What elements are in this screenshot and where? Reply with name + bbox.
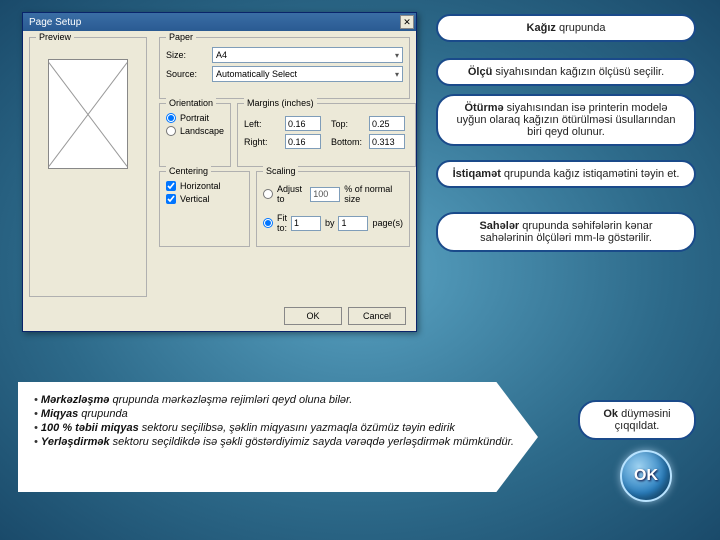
paper-group: Paper Size: A4 Source: Automatically Sel… xyxy=(159,37,410,99)
centering-label: Centering xyxy=(166,166,211,176)
note-scale: Miqyas qrupunda xyxy=(34,408,522,420)
scaling-label: Scaling xyxy=(263,166,299,176)
size-label: Size: xyxy=(166,50,206,60)
top-label: Top: xyxy=(331,119,363,129)
callout-ok: Ok düyməsini çıqqıldat. xyxy=(578,400,696,440)
portrait-radio[interactable]: Portrait xyxy=(166,113,224,123)
preview-group: Preview xyxy=(29,37,147,297)
titlebar[interactable]: Page Setup ✕ xyxy=(23,13,416,31)
fit-w-input[interactable] xyxy=(291,216,321,231)
callout-orientation: İstiqamət qrupunda kağız istiqamətini tə… xyxy=(436,160,696,188)
note-centering: Mərkəzləşmə qrupunda mərkəzləşmə rejimlə… xyxy=(34,394,522,406)
preview-image xyxy=(48,59,128,169)
callout-size: Ölçü siyahısından kağızın ölçüsü seçilir… xyxy=(436,58,696,86)
centering-group: Centering Horizontal Vertical xyxy=(159,171,250,247)
adjust-suffix: % of normal size xyxy=(344,184,403,204)
top-input[interactable] xyxy=(369,116,405,131)
size-select[interactable]: A4 xyxy=(212,47,403,63)
fit-by-label: by xyxy=(325,218,335,228)
ok-button[interactable]: OK xyxy=(284,307,342,325)
scaling-group: Scaling Adjust to % of normal size Fit t… xyxy=(256,171,410,247)
cancel-button[interactable]: Cancel xyxy=(348,307,406,325)
fit-radio[interactable]: Fit to: xyxy=(263,213,287,233)
page-setup-dialog: Page Setup ✕ Preview Paper Size: A4 Sour… xyxy=(22,12,417,332)
note-100: 100 % təbii miqyas sektoru seçilibsə, şə… xyxy=(34,422,522,434)
left-input[interactable] xyxy=(285,116,321,131)
ok-icon: OK xyxy=(620,450,672,502)
right-label: Right: xyxy=(244,137,279,147)
landscape-radio[interactable]: Landscape xyxy=(166,126,224,136)
horizontal-checkbox[interactable]: Horizontal xyxy=(166,181,243,191)
dialog-title: Page Setup xyxy=(29,17,81,28)
margins-label: Margins (inches) xyxy=(244,98,317,108)
fit-h-input[interactable] xyxy=(338,216,368,231)
margins-group: Margins (inches) Left: Top: Right: Botto… xyxy=(237,103,416,167)
left-label: Left: xyxy=(244,119,279,129)
adjust-radio[interactable]: Adjust to xyxy=(263,184,306,204)
right-input[interactable] xyxy=(285,134,321,149)
notes-box: Mərkəzləşmə qrupunda mərkəzləşmə rejimlə… xyxy=(18,382,538,492)
paper-label: Paper xyxy=(166,32,196,42)
source-label: Source: xyxy=(166,69,206,79)
callout-paper: Kağız qrupunda xyxy=(436,14,696,42)
note-fit: Yerləşdirmək sektoru seçildikdə isə şəkl… xyxy=(34,436,522,448)
orientation-group: Orientation Portrait Landscape xyxy=(159,103,231,167)
preview-label: Preview xyxy=(36,32,74,42)
callout-margins: Sahələr qrupunda səhifələrin kənar sahəl… xyxy=(436,212,696,252)
adjust-input[interactable] xyxy=(310,187,340,202)
fit-suffix: page(s) xyxy=(372,218,403,228)
source-select[interactable]: Automatically Select xyxy=(212,66,403,82)
bottom-input[interactable] xyxy=(369,134,405,149)
orientation-label: Orientation xyxy=(166,98,216,108)
close-icon[interactable]: ✕ xyxy=(400,15,414,29)
vertical-checkbox[interactable]: Vertical xyxy=(166,194,243,204)
bottom-label: Bottom: xyxy=(331,137,363,147)
callout-source: Ötürmə siyahısından isə printerin modelə… xyxy=(436,94,696,146)
